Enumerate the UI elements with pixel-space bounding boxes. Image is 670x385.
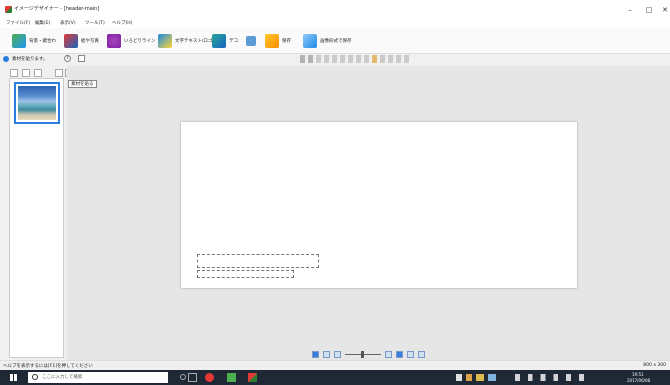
zoom-slider[interactable] — [345, 350, 381, 358]
material-thumbnail[interactable] — [14, 82, 60, 124]
zoom-slider-handle[interactable] — [361, 350, 364, 358]
pinned-apps-icons[interactable] — [456, 374, 496, 381]
text-frame-2[interactable] — [197, 270, 294, 278]
shape-icon — [107, 34, 121, 48]
view-single-button[interactable] — [396, 350, 403, 358]
menu-edit[interactable]: 編集(E) — [35, 20, 50, 26]
page-small-icon[interactable] — [22, 69, 30, 77]
text-frame-1[interactable] — [197, 254, 319, 268]
zoom-bar — [67, 348, 670, 360]
nav-small-icon[interactable] — [55, 69, 63, 77]
save-button[interactable]: 保存 — [265, 33, 291, 49]
background-label: 背景・鍵合わ — [29, 39, 56, 44]
document-canvas[interactable] — [181, 122, 577, 288]
menu-bar: ファイル(F) 編集(E) 表示(V) ツール(T) ヘルプ(H) — [0, 18, 670, 28]
help-icon[interactable]: ? — [64, 55, 71, 62]
folder-small-icon[interactable] — [10, 69, 18, 77]
close-button[interactable]: ✕ — [653, 4, 670, 16]
menu-help[interactable]: ヘルプ(H) — [112, 20, 132, 26]
menu-view[interactable]: 表示(V) — [60, 20, 76, 26]
status-bar: ヘルプを表示するには[F1]を押してください 800 x 300 — [0, 360, 670, 370]
microphone-icon[interactable] — [180, 374, 186, 380]
export-icon — [303, 34, 317, 48]
search-icon — [32, 374, 38, 380]
background-icon — [12, 34, 26, 48]
photo-icon — [64, 34, 78, 48]
shape-label: いろどりライン — [124, 39, 156, 44]
photo-button[interactable]: 絵や写真 — [64, 33, 99, 49]
system-tray-icons[interactable] — [515, 374, 595, 381]
photo-label: 絵や写真 — [81, 39, 99, 44]
save-label: 保存 — [282, 39, 291, 44]
export-label: 画像形式で保存 — [320, 39, 352, 44]
panel-header: 素材を貼ります。 — [12, 57, 48, 62]
insert-icon — [246, 36, 256, 46]
info-icon — [3, 56, 9, 62]
menu-file[interactable]: ファイル(F) — [6, 20, 30, 26]
taskbar-search-placeholder: ここに入力して検索 — [42, 375, 83, 380]
copy-small-icon[interactable] — [34, 69, 42, 77]
opera-icon[interactable] — [205, 373, 214, 382]
taskbar-time[interactable]: 19:51 — [632, 372, 644, 377]
status-help-text: ヘルプを表示するには[F1]を押してください — [3, 364, 93, 369]
shape-line-button[interactable]: いろどりライン — [107, 33, 156, 49]
windows-start-icon[interactable] — [10, 374, 17, 381]
image-designer-taskbar-icon[interactable] — [248, 373, 257, 382]
zoom-out-button[interactable] — [334, 350, 341, 358]
text-label: 文字テキスト/ロゴ — [175, 39, 213, 44]
zoom-fit-button[interactable] — [312, 350, 319, 358]
export-button[interactable]: 画像形式で保存 — [303, 33, 352, 49]
view-grid-button[interactable] — [407, 350, 414, 358]
zoom-in-button[interactable] — [385, 350, 392, 358]
zoom-page-button[interactable] — [323, 350, 330, 358]
taskbar-search-box[interactable]: ここに入力して検索 — [28, 372, 168, 383]
window-title: イメージデザイナー - [header-main] — [14, 6, 100, 12]
taskbar: ここに入力して検索 19:51 2017/06/08 — [0, 370, 670, 385]
menu-tools[interactable]: ツール(T) — [85, 20, 105, 26]
background-button[interactable]: 背景・鍵合わ — [12, 33, 56, 49]
text-icon — [158, 34, 172, 48]
tooltip: 素材を貼る — [68, 80, 97, 88]
canvas-size: 800 x 300 — [643, 363, 666, 368]
app-icon — [5, 6, 12, 13]
panel-header-bar: 素材を貼ります。 ? — [0, 54, 670, 66]
folder-icon — [265, 34, 279, 48]
deco-icon — [212, 34, 226, 48]
insert-button[interactable] — [246, 33, 256, 49]
taskbar-date[interactable]: 2017/06/08 — [627, 378, 650, 383]
ribbon-toolbar: 背景・鍵合わ 絵や写真 いろどりライン 文字テキスト/ロゴ デコ 保存 画像形式… — [0, 28, 670, 54]
title-bar: イメージデザイナー - [header-main] – □ ✕ — [0, 0, 670, 20]
beach-thumbnail-image — [18, 86, 56, 120]
view-option-button[interactable] — [418, 350, 425, 358]
deco-button[interactable]: デコ — [212, 33, 238, 49]
panel-toggle-icon[interactable] — [78, 55, 85, 62]
app-green-icon[interactable] — [227, 373, 236, 382]
deco-label: デコ — [229, 39, 238, 44]
edit-toolbar[interactable] — [300, 55, 460, 63]
task-view-icon[interactable] — [188, 373, 197, 382]
text-logo-button[interactable]: 文字テキスト/ロゴ — [158, 33, 212, 49]
